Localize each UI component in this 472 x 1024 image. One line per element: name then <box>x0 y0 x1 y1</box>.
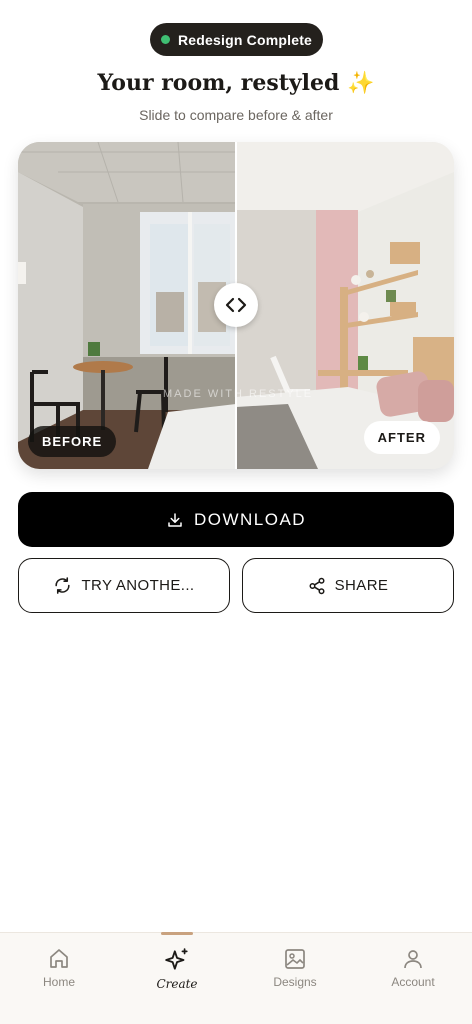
download-button[interactable]: DOWNLOAD <box>18 492 454 547</box>
user-icon <box>404 950 422 969</box>
before-badge: BEFORE <box>28 426 117 457</box>
chevrons-left-right-icon <box>225 297 247 313</box>
nav-label-account: Account <box>391 975 435 989</box>
status-badge: Redesign Complete <box>150 23 323 56</box>
page-title: Your room, restyled ✨ <box>0 70 472 96</box>
active-nav-indicator <box>161 932 193 935</box>
share-label: SHARE <box>334 577 389 594</box>
before-image <box>18 142 236 469</box>
slider-handle[interactable] <box>214 283 258 327</box>
before-after-comparison[interactable]: MADE WITH RESTYLE BEFORE AFTER <box>18 142 454 469</box>
try-another-button[interactable]: TRY ANOTHE... <box>18 558 230 613</box>
status-dot <box>160 35 170 44</box>
status-label: Redesign Complete <box>177 31 313 48</box>
image-icon <box>285 949 305 969</box>
home-icon <box>50 949 68 968</box>
bottom-nav: Home Create Designs Account <box>0 932 472 1024</box>
nav-label-home: Home <box>42 975 75 989</box>
sparkle-emoji: ✨ <box>347 71 375 96</box>
download-label: DOWNLOAD <box>193 509 307 529</box>
try-another-label: TRY ANOTHE... <box>81 577 195 594</box>
nav-item-account[interactable]: Account <box>354 933 472 1024</box>
sparkle-icon <box>165 948 188 970</box>
after-image <box>236 142 454 469</box>
download-icon <box>168 512 182 527</box>
watermark: MADE WITH RESTYLE <box>163 388 314 400</box>
share-button[interactable]: SHARE <box>242 558 454 613</box>
share-icon <box>309 577 325 594</box>
nav-item-home[interactable]: Home <box>0 933 118 1024</box>
page-subtitle: Slide to compare before & after <box>139 107 333 123</box>
after-badge: AFTER <box>363 421 440 454</box>
nav-item-create[interactable]: Create <box>118 932 236 1024</box>
refresh-icon <box>55 577 71 594</box>
nav-label-designs: Designs <box>273 975 317 989</box>
nav-item-designs[interactable]: Designs <box>236 933 354 1024</box>
page-title-text: Your room, restyled <box>97 70 340 96</box>
nav-label-create: Create <box>156 977 198 991</box>
